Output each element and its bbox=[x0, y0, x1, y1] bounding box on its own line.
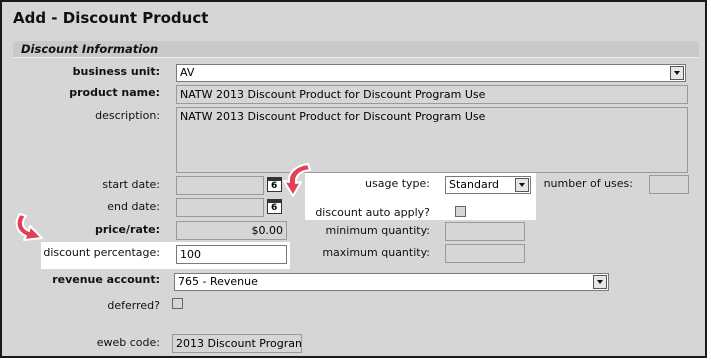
discount-auto-apply-label: discount auto apply? bbox=[315, 206, 430, 219]
callout-arrow-icon bbox=[283, 163, 311, 197]
maximum-quantity-field[interactable] bbox=[445, 244, 525, 263]
revenue-account-select[interactable]: 765 - Revenue bbox=[174, 273, 609, 291]
end-date-field[interactable] bbox=[176, 198, 264, 217]
section-header: Discount Information bbox=[13, 41, 699, 58]
discount-percentage-field[interactable]: 100 bbox=[176, 245, 287, 264]
discount-auto-apply-checkbox[interactable] bbox=[455, 206, 466, 217]
usage-type-label: usage type: bbox=[365, 177, 430, 190]
discount-percentage-label: discount percentage: bbox=[43, 246, 160, 259]
callout-arrow-icon bbox=[15, 213, 43, 241]
revenue-account-value: 765 - Revenue bbox=[178, 275, 258, 288]
business-unit-label: business unit: bbox=[72, 65, 160, 78]
page-title: Add - Discount Product bbox=[13, 9, 209, 27]
maximum-quantity-label: maximum quantity: bbox=[322, 246, 430, 259]
deferred-label: deferred? bbox=[107, 299, 160, 312]
start-date-field[interactable] bbox=[176, 176, 264, 195]
deferred-checkbox[interactable] bbox=[172, 298, 183, 309]
chevron-down-icon[interactable] bbox=[515, 178, 529, 192]
minimum-quantity-label: minimum quantity: bbox=[325, 224, 430, 237]
chevron-down-icon[interactable] bbox=[593, 275, 607, 289]
minimum-quantity-field[interactable] bbox=[445, 222, 525, 241]
description-label: description: bbox=[95, 109, 160, 122]
chevron-down-icon[interactable] bbox=[670, 66, 684, 80]
eweb-code-label: eweb code: bbox=[96, 336, 160, 349]
end-date-label: end date: bbox=[107, 200, 160, 213]
calendar-day: 6 bbox=[271, 203, 278, 213]
section-title: Discount Information bbox=[21, 42, 159, 56]
usage-type-value: Standard bbox=[449, 178, 500, 191]
number-of-uses-label: number of uses: bbox=[543, 177, 633, 190]
description-field[interactable]: NATW 2013 Discount Product for Discount … bbox=[176, 107, 688, 173]
number-of-uses-field[interactable] bbox=[649, 175, 689, 194]
calendar-day: 6 bbox=[271, 181, 278, 191]
start-date-label: start date: bbox=[102, 178, 160, 191]
dialog-window: Add - Discount Product Discount Informat… bbox=[0, 0, 707, 358]
revenue-account-label: revenue account: bbox=[52, 273, 160, 286]
business-unit-value: AV bbox=[180, 66, 195, 79]
price-rate-label: price/rate: bbox=[94, 223, 160, 236]
eweb-code-field[interactable]: 2013 Discount Program bbox=[172, 334, 302, 353]
usage-type-select[interactable]: Standard bbox=[445, 176, 531, 194]
product-name-field[interactable]: NATW 2013 Discount Product for Discount … bbox=[176, 85, 688, 104]
product-name-label: product name: bbox=[69, 86, 160, 99]
business-unit-select[interactable]: AV bbox=[176, 64, 686, 82]
price-rate-field[interactable]: $0.00 bbox=[176, 221, 287, 240]
